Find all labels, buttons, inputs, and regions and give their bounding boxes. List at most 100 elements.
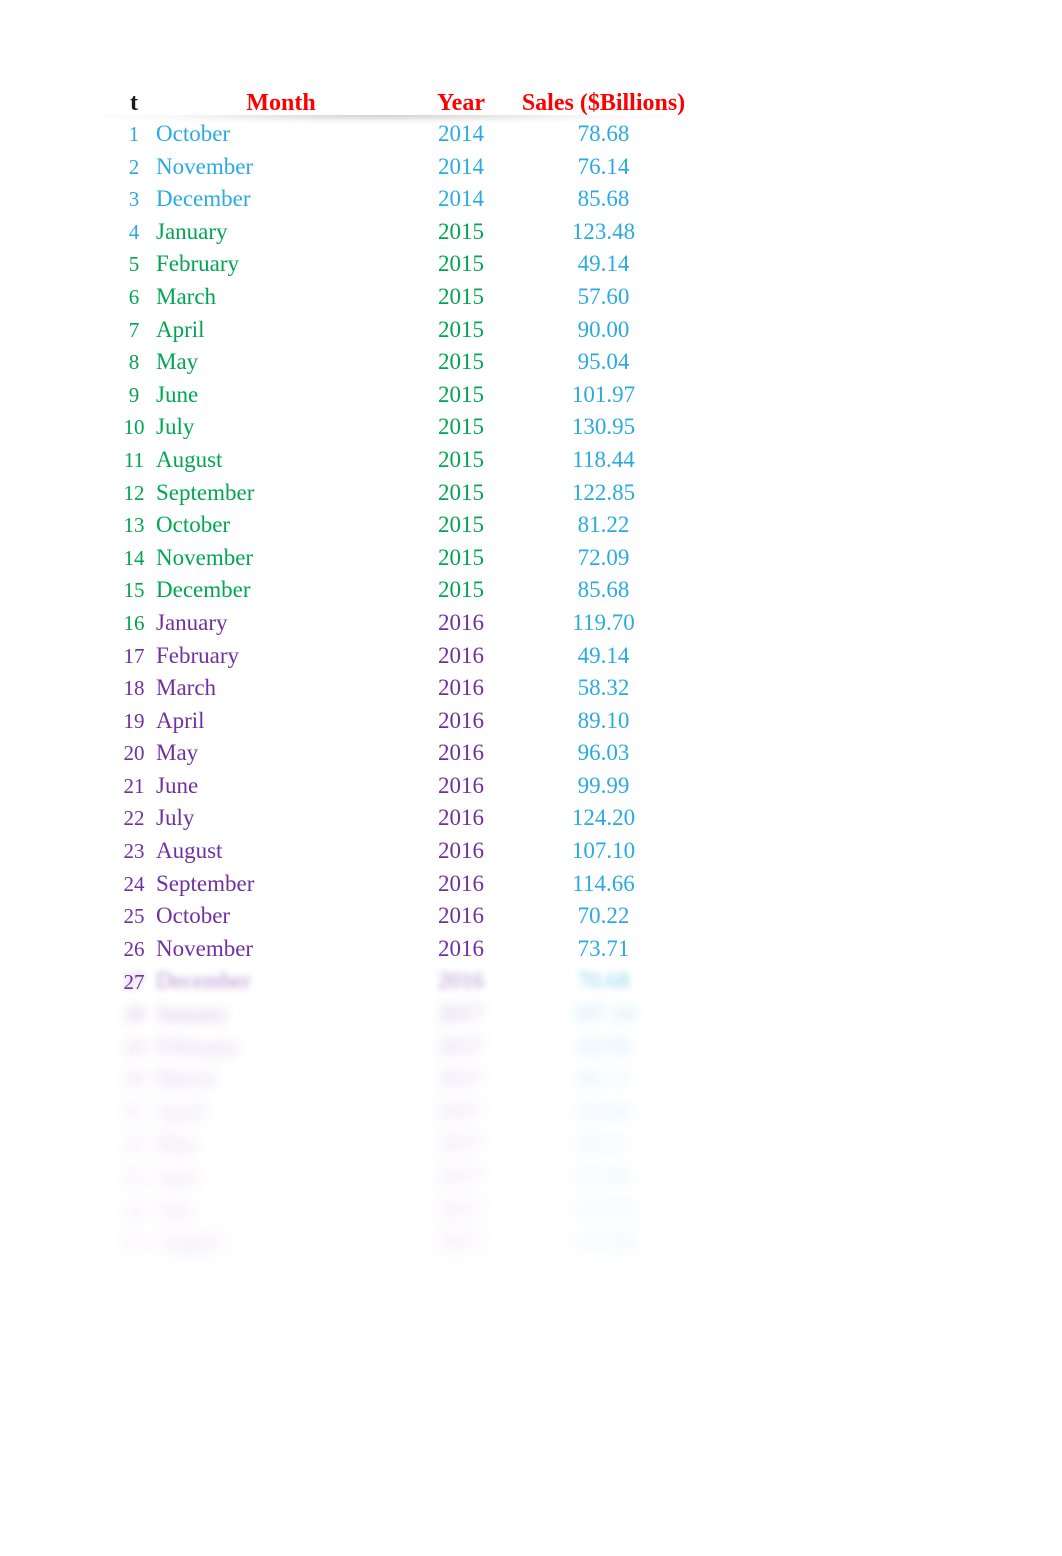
cell-sales: 107.14 (571, 1001, 636, 1027)
cell-t: 27 (123, 969, 145, 994)
cell-t: 23 (123, 839, 145, 864)
cell-year: 2015 (438, 381, 484, 407)
table-row[interactable]: 28 January 2017 107.14 (112, 998, 691, 1031)
cell-year: 2015 (438, 283, 484, 309)
table-row[interactable]: 32 May 2017 99.11 (112, 1128, 691, 1161)
cell-sales: 118.44 (572, 446, 635, 472)
table-row[interactable]: 9 June 2015 101.97 (112, 379, 691, 412)
cell-year: 2016 (438, 642, 484, 668)
table-row[interactable]: 31 April 2017 94.48 (112, 1096, 691, 1129)
cell-month: January (156, 1001, 228, 1027)
cell-sales: 72.09 (577, 544, 630, 570)
cell-t: 17 (123, 643, 145, 668)
cell-year: 2017 (438, 1164, 484, 1189)
cell-month: December (156, 186, 251, 212)
cell-month: June (156, 772, 199, 798)
table-row[interactable]: 25 October 2016 70.22 (112, 900, 691, 933)
cell-t: 15 (123, 578, 145, 603)
cell-year: 2016 (438, 772, 484, 798)
cell-year: 2016 (438, 870, 484, 896)
table-row[interactable]: 1 October 2014 78.68 (112, 118, 691, 151)
table-row[interactable]: 24 September 2016 114.66 (112, 868, 691, 901)
cell-sales: 123.48 (571, 218, 636, 244)
column-header-month: Month (246, 90, 316, 116)
table-row[interactable]: 12 September 2015 122.85 (112, 477, 691, 510)
cell-t: 34 (123, 1197, 145, 1222)
cell-sales: 122.85 (571, 479, 636, 505)
table-row[interactable]: 4 January 2015 123.48 (112, 216, 691, 249)
cell-year: 2015 (438, 544, 484, 570)
table-row[interactable]: 30 March 2017 66.71 (112, 1063, 691, 1096)
cell-year: 2016 (438, 903, 484, 929)
table-row[interactable]: 22 July 2016 124.20 (112, 802, 691, 835)
cell-t: 7 (128, 317, 140, 342)
table-row[interactable]: 2 November 2014 76.14 (112, 151, 691, 184)
cell-year: 2017 (438, 1001, 484, 1027)
cell-t: 12 (123, 480, 145, 505)
cell-year: 2015 (438, 349, 484, 375)
cell-sales: 99.99 (577, 772, 630, 798)
cell-month: October (156, 121, 231, 146)
cell-t: 25 (123, 904, 145, 929)
cell-year: 2015 (438, 512, 484, 538)
table-row[interactable]: 14 November 2015 72.09 (112, 542, 691, 575)
cell-sales: 101.97 (571, 381, 636, 407)
cell-t: 35 (123, 1230, 145, 1255)
table-row[interactable]: 13 October 2015 81.22 (112, 509, 691, 542)
cell-year: 2017 (438, 1066, 484, 1092)
cell-t: 10 (123, 415, 145, 440)
cell-year: 2016 (438, 740, 484, 766)
cell-year: 2015 (438, 414, 484, 440)
table-row[interactable]: 16 January 2016 119.70 (112, 607, 691, 640)
cell-sales: 73.71 (577, 935, 630, 961)
cell-month: February (156, 251, 240, 277)
cell-month: November (156, 153, 254, 179)
cell-month: March (156, 283, 217, 309)
table-row[interactable]: 20 May 2016 96.03 (112, 737, 691, 770)
table-row[interactable]: 18 March 2016 58.32 (112, 672, 691, 705)
cell-sales: 99.11 (578, 1131, 629, 1157)
table-row[interactable]: 33 June 2017 97.66 (112, 1161, 691, 1194)
cell-month: March (156, 675, 217, 701)
table-row[interactable]: 35 August 2017 111.88 (112, 1226, 691, 1259)
table-row[interactable]: 34 July 2017 123.03 (112, 1194, 691, 1227)
cell-sales: 49.14 (577, 251, 630, 277)
table-row[interactable]: 27 December 2016 70.68 (112, 965, 691, 998)
table-row[interactable]: 3 December 2014 85.68 (112, 183, 691, 216)
cell-year: 2015 (438, 218, 484, 244)
cell-sales: 89.10 (577, 707, 630, 733)
cell-sales: 81.22 (577, 512, 630, 538)
cell-t: 31 (123, 1099, 145, 1124)
table-row[interactable]: 17 February 2016 49.14 (112, 640, 691, 673)
table-row[interactable]: 21 June 2016 99.99 (112, 770, 691, 803)
table-row[interactable]: 11 August 2015 118.44 (112, 444, 691, 477)
cell-sales: 70.68 (577, 968, 630, 994)
cell-month: March (156, 1066, 217, 1092)
table-row[interactable]: 10 July 2015 130.95 (112, 411, 691, 444)
cell-year: 2016 (438, 707, 484, 733)
table-row[interactable]: 23 August 2016 107.10 (112, 835, 691, 868)
cell-month: June (156, 381, 199, 407)
sales-data-table: t Month Year Sales ($Billions) 1 October 2… (112, 88, 691, 1259)
table-row[interactable]: 8 May 2015 95.04 (112, 346, 691, 379)
table-row[interactable]: 15 December 2015 85.68 (112, 574, 691, 607)
table-row[interactable]: 26 November 2016 73.71 (112, 933, 691, 966)
cell-sales: 119.70 (572, 609, 635, 635)
cell-month: August (156, 446, 223, 472)
cell-month: July (156, 805, 195, 831)
cell-month: August (156, 838, 223, 864)
header-row: t Month Year Sales ($Billions) (112, 88, 691, 118)
table-row[interactable]: 29 February 2017 60.99 (112, 1031, 691, 1064)
cell-year: 2015 (438, 479, 484, 505)
cell-month: July (156, 414, 195, 440)
table-row[interactable]: 7 April 2015 90.00 (112, 314, 691, 347)
table-row[interactable]: 5 February 2015 49.14 (112, 248, 691, 281)
cell-sales: 90.00 (577, 316, 630, 342)
cell-year: 2015 (438, 446, 484, 472)
table-row[interactable]: 19 April 2016 89.10 (112, 705, 691, 738)
cell-sales: 76.14 (577, 153, 630, 179)
table-row[interactable]: 6 March 2015 57.60 (112, 281, 691, 314)
cell-month: September (156, 870, 255, 896)
cell-sales: 57.60 (577, 283, 630, 309)
cell-year: 2016 (438, 675, 484, 701)
